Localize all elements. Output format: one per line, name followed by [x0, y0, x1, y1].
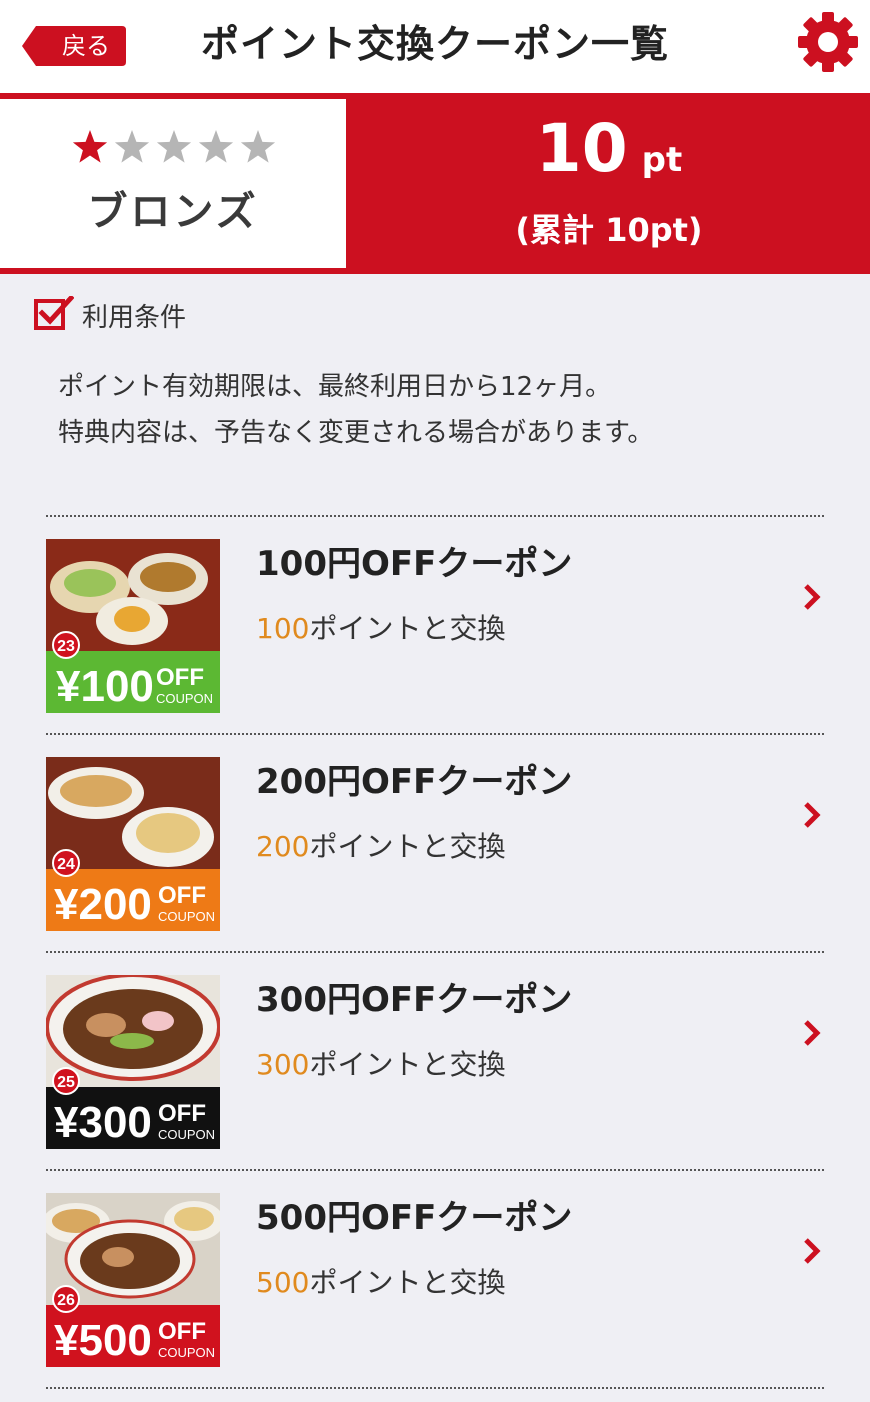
- coupon-banner-off: OFF: [158, 1318, 206, 1345]
- points-total: (累計 10pt): [515, 211, 703, 249]
- coupon-banner-coupon: COUPON: [158, 1127, 215, 1142]
- coupon-banner-off: OFF: [156, 664, 204, 691]
- terms-title: 利用条件: [82, 303, 187, 333]
- coupon-cost: 100ポイントと交換: [256, 607, 505, 651]
- coupon-cost: 500ポイントと交換: [256, 1261, 505, 1305]
- coupon-banner-coupon: COUPON: [158, 1345, 215, 1360]
- coupon-cost-suffix: ポイントと交換: [309, 1266, 506, 1299]
- chevron-right-icon: [804, 1238, 821, 1264]
- coupon-cost-suffix: ポイントと交換: [309, 830, 506, 863]
- coupon-cost-points: 300: [256, 1048, 310, 1081]
- settings-button[interactable]: [796, 10, 860, 74]
- coupon-banner-coupon: COUPON: [158, 909, 215, 924]
- coupon-item-200[interactable]: 24 ¥200 OFF COUPON 200円OFFクーポン 200ポイントと交…: [46, 753, 824, 931]
- coupon-badge-number: 25: [57, 1074, 75, 1091]
- coupon-thumbnail: 25 ¥300 OFF COUPON: [46, 975, 220, 1149]
- coupon-cost-points: 200: [256, 830, 310, 863]
- coupon-banner-off: OFF: [158, 1100, 206, 1127]
- coupon-item-300[interactable]: 25 ¥300 OFF COUPON 300円OFFクーポン 300ポイントと交…: [46, 971, 824, 1149]
- star-empty-icon: [114, 130, 150, 163]
- coupon-item-500[interactable]: 26 ¥500 OFF COUPON 500円OFFクーポン 500ポイントと交…: [46, 1189, 824, 1367]
- back-button[interactable]: 戻る: [22, 26, 126, 66]
- terms-line-2: 特典内容は、予告なく変更される場合があります。: [58, 418, 654, 448]
- rank-name: ブロンズ: [87, 189, 259, 235]
- coupon-cost: 200ポイントと交換: [256, 825, 505, 869]
- member-status-band: ブロンズ 10 pt (累計 10pt): [0, 93, 870, 274]
- terms-line-1: ポイント有効期限は、最終利用日から12ヶ月。: [58, 372, 612, 402]
- list-divider: [46, 1387, 824, 1389]
- chevron-right-icon: [804, 1020, 821, 1046]
- rank-stars: [72, 130, 276, 163]
- coupon-banner-amount: ¥500: [54, 1316, 152, 1365]
- points-value: 10: [535, 110, 628, 187]
- coupon-image-300: 25 ¥300 OFF COUPON: [46, 975, 220, 1149]
- gear-icon: [798, 12, 858, 72]
- coupon-cost-suffix: ポイントと交換: [309, 1048, 506, 1081]
- coupon-image-100: 23 ¥100 OFF COUPON: [46, 539, 220, 713]
- rank-box: ブロンズ: [0, 99, 346, 268]
- coupon-title: 500円OFFクーポン: [256, 1198, 573, 1238]
- list-divider: [46, 515, 824, 517]
- coupon-banner-off: OFF: [158, 882, 206, 909]
- app-header: 戻る ポイント交換クーポン一覧: [0, 0, 870, 93]
- coupon-image-500: 26 ¥500 OFF COUPON: [46, 1193, 220, 1367]
- chevron-right-icon: [804, 802, 821, 828]
- back-button-label: 戻る: [62, 32, 110, 60]
- coupon-banner-amount: ¥300: [54, 1098, 152, 1147]
- points-line: 10 pt: [348, 109, 870, 189]
- coupon-title: 200円OFFクーポン: [256, 762, 573, 802]
- checkbox-icon: [34, 296, 74, 330]
- coupon-thumbnail: 24 ¥200 OFF COUPON: [46, 757, 220, 931]
- points-area: 10 pt (累計 10pt): [348, 93, 870, 274]
- star-filled-icon: [72, 130, 108, 163]
- points-unit: pt: [641, 140, 683, 180]
- coupon-item-100[interactable]: 23 ¥100 OFF COUPON 100円OFFクーポン 100ポイントと交…: [46, 535, 824, 713]
- page-title: ポイント交換クーポン一覧: [200, 22, 669, 66]
- coupon-cost-points: 100: [256, 612, 310, 645]
- coupon-badge-number: 26: [57, 1292, 75, 1309]
- chevron-right-icon: [804, 584, 821, 610]
- list-divider: [46, 733, 824, 735]
- coupon-thumbnail: 23 ¥100 OFF COUPON: [46, 539, 220, 713]
- coupon-title: 300円OFFクーポン: [256, 980, 573, 1020]
- coupon-cost-points: 500: [256, 1266, 310, 1299]
- coupon-banner-coupon: COUPON: [156, 691, 213, 706]
- coupon-image-200: 24 ¥200 OFF COUPON: [46, 757, 220, 931]
- star-empty-icon: [198, 130, 234, 163]
- coupon-banner-amount: ¥100: [56, 662, 154, 711]
- coupon-badge-number: 23: [57, 638, 75, 655]
- coupon-thumbnail: 26 ¥500 OFF COUPON: [46, 1193, 220, 1367]
- coupon-badge-number: 24: [57, 856, 75, 873]
- star-empty-icon: [240, 130, 276, 163]
- list-divider: [46, 1169, 824, 1171]
- star-empty-icon: [156, 130, 192, 163]
- coupon-title: 100円OFFクーポン: [256, 544, 573, 584]
- coupon-banner-amount: ¥200: [54, 880, 152, 929]
- coupon-cost-suffix: ポイントと交換: [309, 612, 506, 645]
- list-divider: [46, 951, 824, 953]
- coupon-cost: 300ポイントと交換: [256, 1043, 505, 1087]
